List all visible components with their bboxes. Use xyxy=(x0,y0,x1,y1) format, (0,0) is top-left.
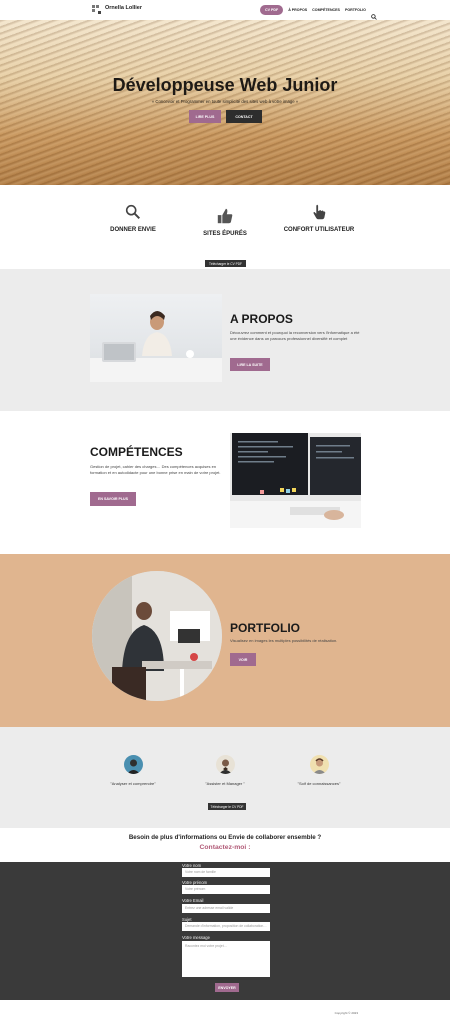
features-section: DONNER ENVIE SITES ÉPURÉS CONFORT UTILIS… xyxy=(0,185,450,269)
portfolio-section: PORTFOLIO Visualisez en images les multi… xyxy=(0,554,450,727)
nav-item-portfolio[interactable]: PORTFOLIO xyxy=(345,8,366,12)
logo-icon[interactable] xyxy=(92,5,102,15)
about-text: Découvrez comment et pourquoi la reconve… xyxy=(230,330,360,341)
subject-field[interactable]: Demande d'information, proposition de co… xyxy=(182,922,270,931)
portfolio-text: Visualisez en images les multiples possi… xyxy=(230,638,338,643)
submit-button[interactable]: ENVOYER xyxy=(215,983,239,992)
skills-more-button[interactable]: EN SAVOIR PLUS xyxy=(90,492,136,506)
portfolio-view-button[interactable]: VOIR xyxy=(230,653,256,666)
download-cv-button[interactable]: Télécharger le CV PDF xyxy=(208,803,246,810)
footer: Copyright © 2023 xyxy=(0,1000,450,1024)
skills-text: Gestion de projet, cahier des charges… D… xyxy=(90,464,221,475)
email-label: Votre Email xyxy=(182,898,204,903)
skills-title: COMPÉTENCES xyxy=(90,445,183,459)
portfolio-photo xyxy=(92,571,222,701)
about-title: A PROPOS xyxy=(230,312,293,326)
search-icon[interactable] xyxy=(371,7,377,20)
top-navbar: Ornella Lollier CV PDF À PROPOS COMPÉTEN… xyxy=(0,0,450,20)
thumbs-up-icon xyxy=(216,207,234,225)
avatar xyxy=(309,755,329,774)
message-textarea[interactable]: Racontez moi votre projet… xyxy=(182,941,270,977)
contact-cta: Besoin de plus d'informations ou Envie d… xyxy=(0,828,450,862)
portfolio-title: PORTFOLIO xyxy=(230,621,300,635)
site-brand[interactable]: Ornella Lollier xyxy=(105,5,142,11)
hero-banner: Développeuse Web Junior « Concevoir et P… xyxy=(0,20,450,185)
hero-subtitle: « Concevoir et Programmer en toute simpl… xyxy=(151,99,299,104)
skills-section: COMPÉTENCES Gestion de projet, cahier de… xyxy=(0,411,450,554)
download-cv-button[interactable]: Télécharger le CV PDF xyxy=(205,260,246,267)
feature-confort-utilisateur: CONFORT UTILISATEUR xyxy=(264,203,374,233)
nav-cv-pdf-button[interactable]: CV PDF xyxy=(260,4,284,15)
message-label: Votre message xyxy=(182,935,210,940)
hero-more-button[interactable]: LIRE PLUS xyxy=(189,110,221,123)
magnifier-icon xyxy=(124,203,142,221)
hero-contact-button[interactable]: CONTACT xyxy=(226,110,262,123)
quality-label: "Soif de connaissances" xyxy=(297,781,341,786)
hero-title: Développeuse Web Junior xyxy=(112,75,338,95)
about-photo xyxy=(90,294,222,382)
firstname-field[interactable]: Votre prénom xyxy=(182,885,270,894)
nav-item-apropos[interactable]: À PROPOS xyxy=(288,8,307,12)
main-nav: CV PDF À PROPOS COMPÉTENCES PORTFOLIO xyxy=(260,4,377,20)
name-field[interactable]: Votre nom de famille xyxy=(182,868,270,877)
hand-cursor-icon xyxy=(310,203,328,221)
copyright: Copyright © 2023 xyxy=(334,1011,358,1015)
contact-form: Votre nom Votre nom de famille Votre pré… xyxy=(0,862,450,1000)
cta-question: Besoin de plus d'informations ou Envie d… xyxy=(128,834,322,841)
about-read-more-button[interactable]: LIRE LA SUITE xyxy=(230,358,270,371)
quality-item: "Soif de connaissances" xyxy=(264,755,374,786)
avatar xyxy=(215,755,235,774)
hero-buttons: LIRE PLUS CONTACT xyxy=(189,110,262,123)
feature-label: CONFORT UTILISATEUR xyxy=(283,227,355,233)
cta-contact: Contactez-moi : xyxy=(199,844,251,851)
about-section: A PROPOS Découvrez comment et pourquoi l… xyxy=(0,269,450,411)
nav-item-competences[interactable]: COMPÉTENCES xyxy=(312,8,340,12)
qualities-section: "Analyser et comprendre" "Assister et Ma… xyxy=(0,727,450,828)
email-field[interactable]: Entrez une adresse email valide xyxy=(182,904,270,913)
skills-photo xyxy=(230,433,361,528)
avatar xyxy=(123,755,143,774)
